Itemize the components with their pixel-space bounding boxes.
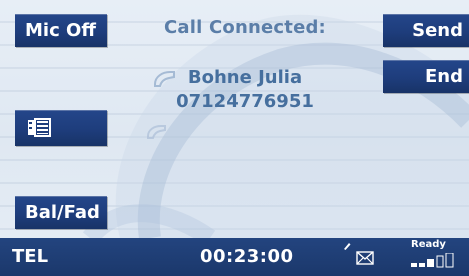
phonebook-icon — [28, 118, 51, 137]
pen-icon — [344, 243, 351, 250]
caller-name: Bohne Julia — [187, 67, 303, 88]
signal-bar — [445, 253, 454, 268]
call-duration: 00:23:00 — [200, 246, 294, 267]
phonebook-button[interactable] — [15, 110, 107, 146]
signal-strength-icon — [411, 253, 454, 268]
handset-faded-icon — [147, 125, 166, 139]
mic-off-button[interactable]: Mic Off — [15, 14, 107, 47]
signal-bar — [411, 263, 417, 267]
ready-label: Ready — [411, 239, 446, 250]
envelope-icon — [356, 251, 374, 265]
end-call-button[interactable]: End — [383, 60, 469, 93]
signal-bar — [427, 259, 434, 267]
signal-bar — [436, 255, 444, 268]
caller-number: 07124776951 — [176, 91, 314, 112]
send-button[interactable]: Send — [383, 14, 469, 47]
phone-screen: Mic Off Send End Bal/Fad Call Connected:… — [0, 0, 469, 276]
call-status-title: Call Connected: — [164, 17, 326, 38]
signal-bar — [419, 263, 425, 267]
status-bar: TEL 00:23:00 Ready — [0, 238, 469, 276]
mode-label: TEL — [12, 246, 49, 267]
balance-fader-button[interactable]: Bal/Fad — [15, 196, 107, 229]
